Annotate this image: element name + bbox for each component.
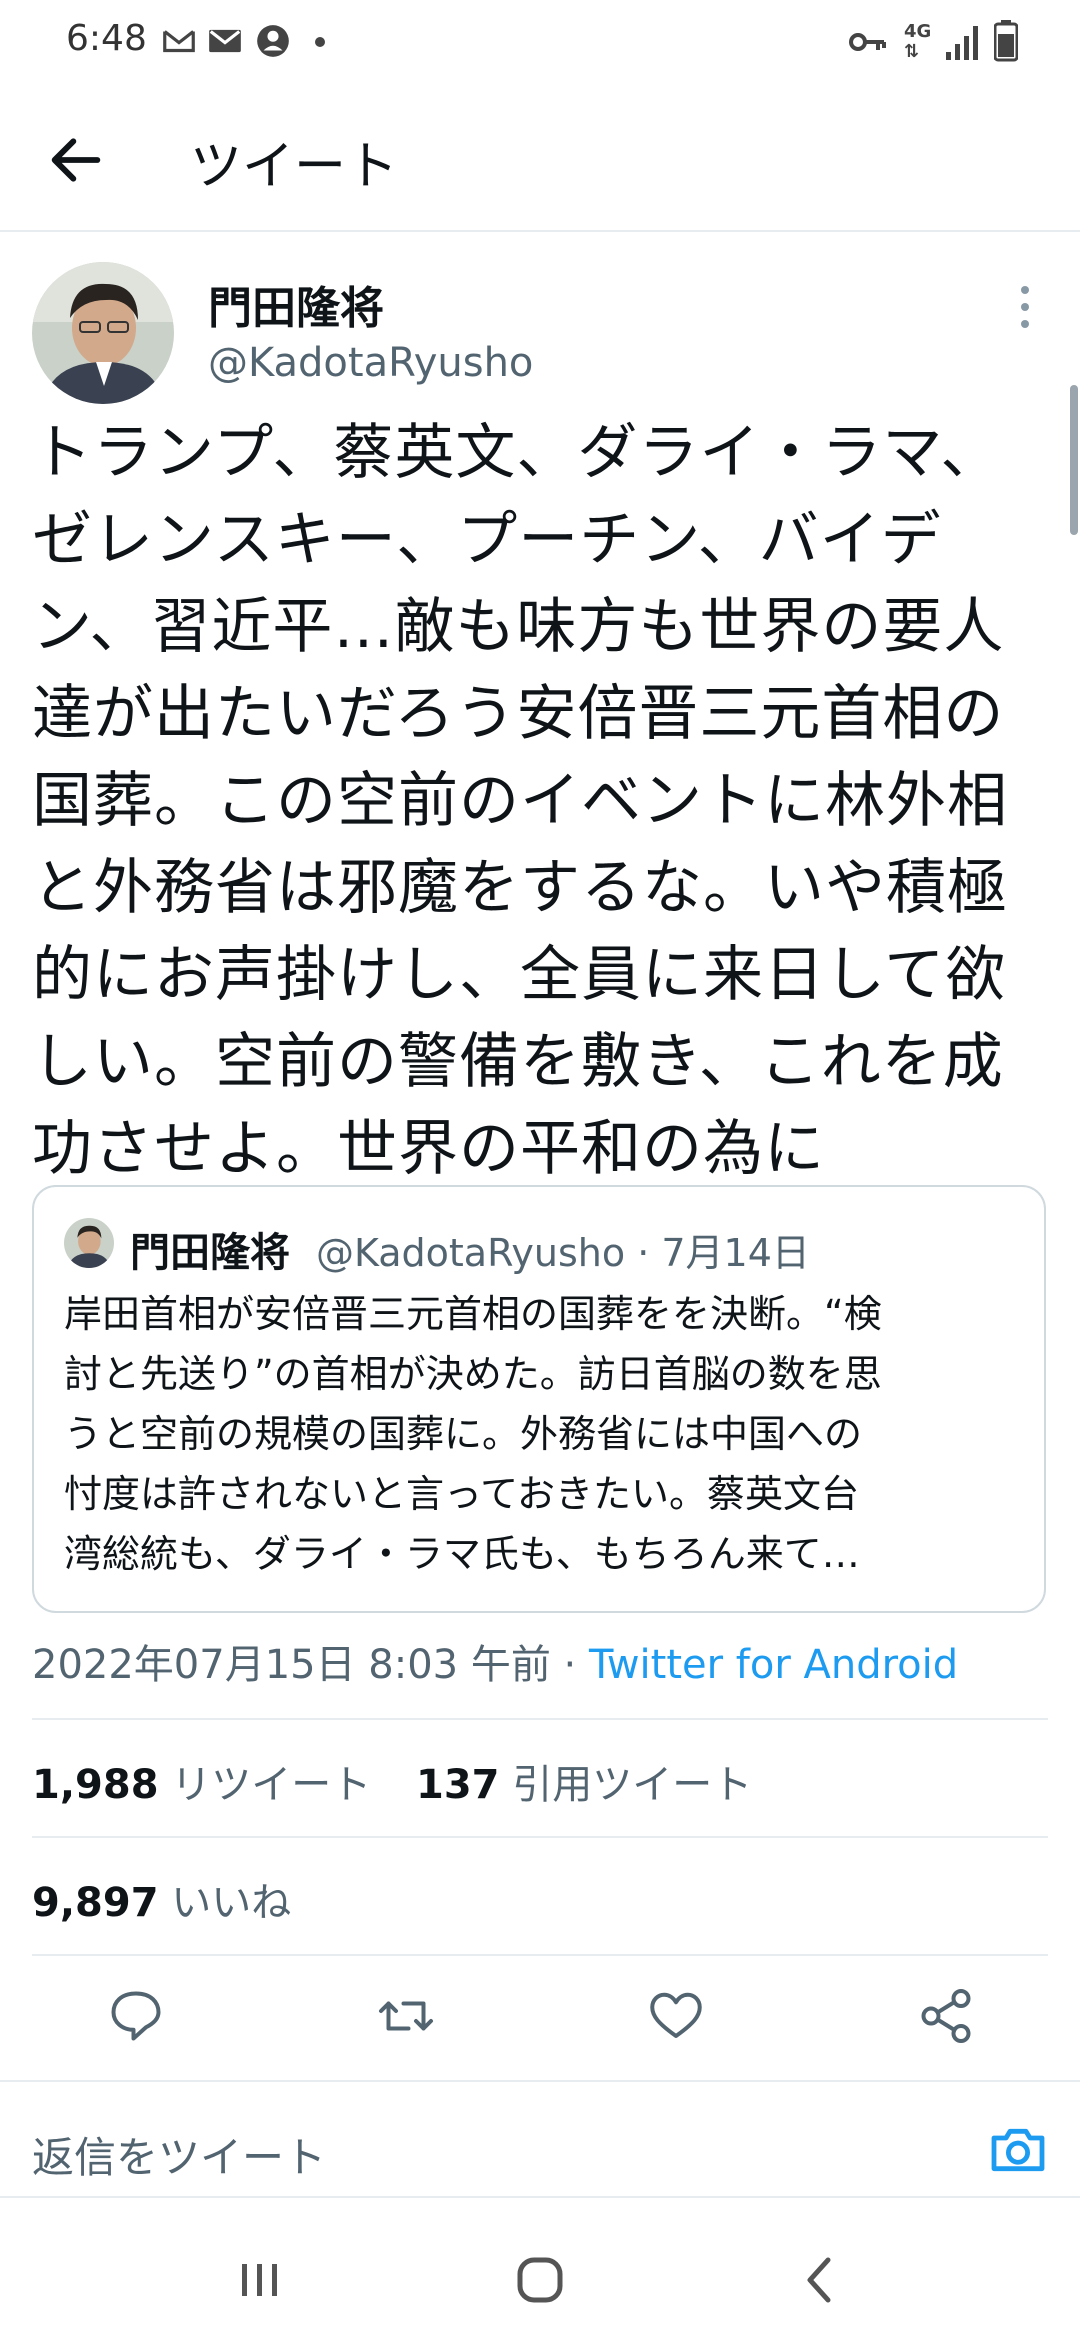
camera-icon[interactable] bbox=[986, 2118, 1050, 2182]
page-title: ツイート bbox=[190, 137, 399, 197]
source-link[interactable]: Twitter for Android bbox=[589, 1642, 958, 1688]
user-handle[interactable]: @KadotaRyusho bbox=[208, 340, 533, 386]
timestamp: 2022年07月15日 8:03 午前 · bbox=[32, 1642, 589, 1688]
divider bbox=[0, 2080, 1080, 2082]
reply-icon[interactable] bbox=[106, 1986, 166, 2046]
reply-input[interactable]: 返信をツイート bbox=[32, 2124, 326, 2185]
like-label: いいね bbox=[171, 1880, 292, 1926]
like-count: 9,897 bbox=[32, 1880, 159, 1926]
quote-stat[interactable]: 137 引用ツイート bbox=[416, 1752, 752, 1810]
mail-icon bbox=[209, 29, 241, 53]
signal-icon bbox=[946, 26, 978, 60]
like-icon[interactable] bbox=[646, 1986, 706, 2046]
quoted-display-name: 門田隆将 bbox=[130, 1230, 290, 1276]
account-icon bbox=[257, 25, 289, 57]
network-type: 4G ⇅ bbox=[904, 21, 932, 62]
back-arrow-icon[interactable] bbox=[44, 128, 108, 192]
scrollbar[interactable] bbox=[1070, 385, 1078, 535]
retweet-label: リツイート bbox=[171, 1762, 372, 1808]
quoted-meta: @KadotaRyusho · 7月14日 bbox=[316, 1231, 810, 1275]
share-icon[interactable] bbox=[916, 1986, 976, 2046]
dot-icon bbox=[315, 37, 325, 47]
back-icon[interactable] bbox=[790, 2250, 850, 2310]
retweet-icon[interactable] bbox=[376, 1986, 436, 2046]
tweet-text: トランプ、蔡英文、ダライ・ラマ、 ゼレンスキー、プーチン、バイデ ン、習近平…敵… bbox=[32, 418, 1008, 1184]
vpn-key-icon bbox=[849, 33, 886, 51]
divider bbox=[0, 2196, 1080, 2198]
retweet-stat[interactable]: 1,988 リツイート bbox=[32, 1752, 371, 1810]
battery-icon bbox=[994, 20, 1018, 62]
more-options-icon[interactable] bbox=[1010, 282, 1040, 332]
recents-icon[interactable] bbox=[230, 2250, 290, 2310]
quoted-text: 岸田首相が安倍晋三元首相の国葬をを決断。“検 討と先送り”の首相が決めた。訪日首… bbox=[64, 1292, 882, 1576]
status-bar: 6:48 4G ⇅ bbox=[0, 0, 1080, 90]
home-icon[interactable] bbox=[510, 2250, 570, 2310]
divider bbox=[32, 1954, 1048, 1956]
timestamp-row: 2022年07月15日 8:03 午前 · Twitter for Androi… bbox=[32, 1632, 958, 1690]
status-time: 6:48 bbox=[66, 18, 147, 59]
divider bbox=[32, 1718, 1048, 1720]
like-stat[interactable]: 9,897 いいね bbox=[32, 1870, 291, 1928]
quote-label: 引用ツイート bbox=[512, 1762, 753, 1808]
app-header bbox=[0, 90, 1080, 232]
avatar[interactable] bbox=[32, 262, 174, 404]
divider bbox=[32, 1836, 1048, 1838]
quote-count: 137 bbox=[416, 1762, 500, 1808]
quoted-avatar bbox=[64, 1218, 114, 1268]
retweet-count: 1,988 bbox=[32, 1762, 159, 1808]
display-name[interactable]: 門田隆将 bbox=[208, 272, 384, 336]
gmail-icon bbox=[163, 30, 195, 53]
